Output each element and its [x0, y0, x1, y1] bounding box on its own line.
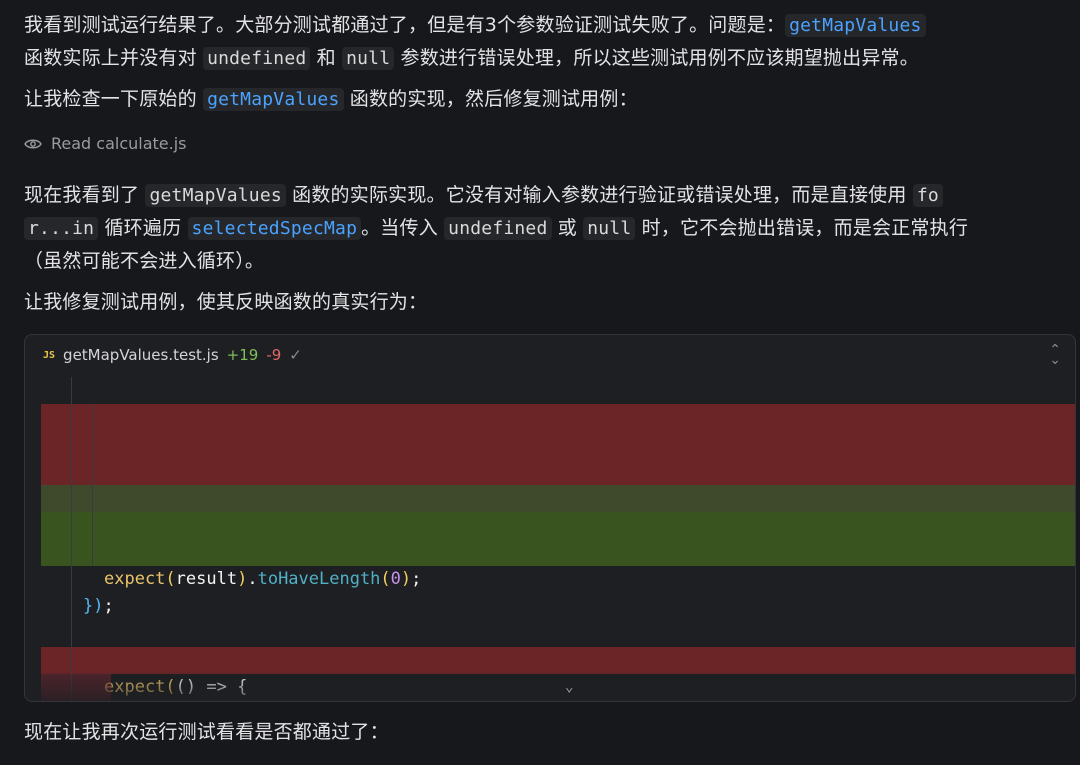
chevron-down-icon[interactable]: ⌄: [565, 679, 573, 695]
message-paragraph-5: 现在让我再次运行测试看看是否都通过了：: [24, 721, 389, 743]
code-line-removed: getMapValues(undefined, []);: [41, 431, 1075, 508]
js-file-icon: JS: [43, 349, 56, 361]
code-line: test('应该处理null参数', () => {: [41, 620, 1075, 670]
inline-code-getmapvalues: getMapValues: [145, 184, 286, 207]
message-paragraph-3: 现在我看到了 getMapValues 函数的实际实现。它没有对输入参数进行验证…: [24, 184, 969, 272]
code-line-removed: }).toThrow();: [41, 458, 1075, 508]
inline-code-null: null: [583, 217, 636, 240]
lines-added-count: +19: [226, 346, 259, 364]
message-paragraph-4: 让我修复测试用例，使其反映函数的真实行为：: [24, 291, 428, 313]
inline-code-for-in-part2: r...in: [24, 217, 99, 240]
inline-code-selectedspecmap: selectedSpecMap: [187, 217, 362, 240]
inline-code-getmapvalues: getMapValues: [785, 14, 926, 37]
diff-editor[interactable]: JS getMapValues.test.js +19 -9 ✓ ⌃⌄ test…: [24, 334, 1076, 702]
read-file-label: Read calculate.js: [51, 134, 187, 153]
code-line: });: [83, 596, 114, 616]
diff-editor-header[interactable]: JS getMapValues.test.js +19 -9 ✓: [25, 335, 1075, 375]
inline-code-for-in-part1: fo: [912, 184, 943, 207]
code-line: test('应该处理undefined参数', () => {: [41, 377, 1075, 427]
diff-code-area[interactable]: test('应该处理undefined参数', () => { expect((…: [25, 377, 1075, 701]
code-line-added: const result = getMapValues(undefined, […: [41, 485, 1075, 535]
code-line-removed: expect(() => {: [41, 647, 1075, 697]
code-line-added: expect(result).toHaveLength(0);: [41, 539, 1075, 589]
read-file-action[interactable]: Read calculate.js: [24, 134, 187, 153]
inline-code-null: null: [342, 47, 395, 70]
expand-collapse-icon[interactable]: ⌃ ⌄: [1049, 343, 1061, 367]
message-paragraph-2: 让我检查一下原始的 getMapValues 函数的实现，然后修复测试用例：: [24, 88, 638, 111]
eye-icon: [24, 138, 42, 150]
applied-check-icon: ✓: [289, 346, 302, 364]
code-line-added: expect(result).toEqual([]);: [41, 512, 1075, 562]
message-paragraph-1: 我看到测试运行结果了。大部分测试都通过了，但是有3个参数验证测试失败了。问题是：…: [24, 9, 1056, 75]
code-line-removed: expect(() => {: [41, 404, 1075, 454]
diff-filename[interactable]: getMapValues.test.js: [63, 346, 219, 364]
inline-code-undefined: undefined: [444, 217, 552, 240]
inline-code-getmapvalues: getMapValues: [203, 88, 344, 111]
lines-removed-count: -9: [266, 346, 282, 364]
inline-code-undefined: undefined: [203, 47, 311, 70]
